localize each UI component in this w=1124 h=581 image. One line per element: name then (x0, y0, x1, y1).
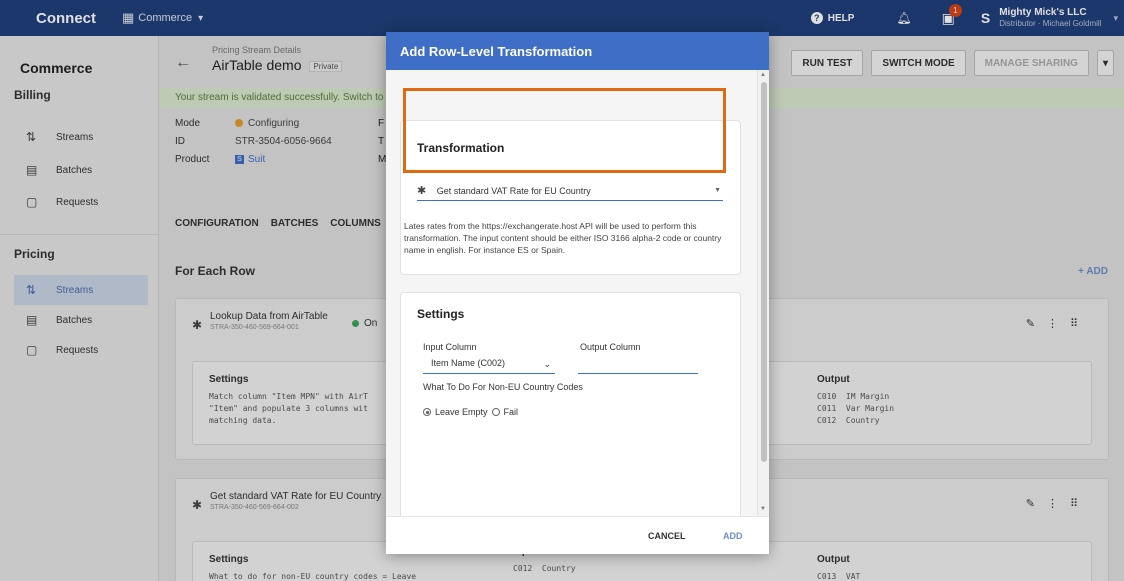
cancel-button[interactable]: CANCEL (648, 531, 686, 541)
add-button[interactable]: ADD (723, 531, 743, 541)
radio-fail[interactable] (491, 408, 500, 416)
highlight-box (403, 88, 726, 173)
input-column-select[interactable]: Item Name (C002) ⌄ (423, 356, 555, 374)
output-column-label: Output Column (580, 342, 641, 352)
settings-heading: Settings (417, 307, 465, 321)
dropdown-arrow-icon: ▼ (714, 187, 721, 194)
input-column-value: Item Name (C002) (431, 358, 506, 368)
output-column-input[interactable] (578, 356, 698, 374)
scroll-down-icon[interactable]: ▼ (760, 506, 766, 512)
radio-label: Leave Empty (435, 407, 488, 417)
dialog-title: Add Row-Level Transformation (386, 32, 769, 70)
transformation-select[interactable]: ✱ Get standard VAT Rate for EU Country ▼ (417, 179, 723, 201)
input-column-label: Input Column (423, 342, 477, 352)
scrollbar-thumb[interactable] (761, 82, 767, 462)
dialog-footer: CANCEL ADD (386, 516, 769, 554)
non-eu-label: What To Do For Non-EU Country Codes (423, 382, 583, 392)
add-transformation-dialog: Add Row-Level Transformation Transformat… (386, 32, 769, 554)
radio-leave-empty[interactable] (423, 408, 431, 416)
dialog-scrollbar[interactable]: ▲ ▼ (757, 70, 769, 516)
settings-panel: Settings (400, 292, 741, 516)
radio-label: Fail (503, 407, 519, 417)
non-eu-radio-group: Leave Empty Fail (423, 407, 518, 417)
scroll-up-icon[interactable]: ▲ (760, 72, 766, 78)
transformation-value: Get standard VAT Rate for EU Country (436, 186, 591, 196)
puzzle-icon: ✱ (417, 185, 427, 197)
chevron-down-icon: ⌄ (543, 359, 551, 369)
transformation-description: Lates rates from the https://exchangerat… (404, 221, 722, 255)
